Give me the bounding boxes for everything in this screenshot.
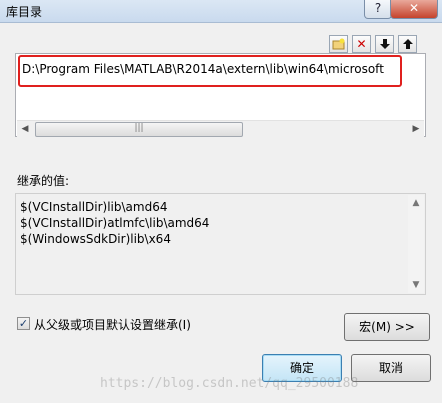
delete-line-button[interactable]: ✕ (352, 35, 371, 53)
scroll-left-icon[interactable]: ◀ (17, 121, 33, 137)
macro-button[interactable]: 宏(M) >> (344, 313, 430, 341)
arrow-down-icon (379, 39, 390, 49)
scroll-right-icon[interactable]: ▶ (408, 121, 424, 137)
move-down-button[interactable] (375, 35, 394, 53)
new-folder-icon (332, 38, 345, 50)
watermark: https://blog.csdn.net/qq_29500188 (100, 376, 359, 391)
inherited-value: $(WindowsSdkDir)lib\x64 (20, 232, 171, 246)
scroll-thumb[interactable]: ||| (35, 122, 243, 137)
scroll-up-icon[interactable]: ▲ (408, 195, 424, 211)
help-button[interactable]: ? (364, 0, 392, 19)
vertical-scrollbar[interactable]: ▲ ▼ (408, 195, 424, 293)
arrow-up-icon (402, 39, 413, 49)
move-up-button[interactable] (398, 35, 417, 53)
library-directories-dialog: 库目录 ? ✕ ✕ D:\Program Files\MATLAB\R2014a… (0, 0, 442, 403)
close-button[interactable]: ✕ (390, 0, 438, 19)
scroll-down-icon[interactable]: ▼ (408, 277, 424, 293)
inherited-value: $(VCInstallDir)lib\amd64 (20, 200, 168, 214)
inherited-values-box: $(VCInstallDir)lib\amd64 $(VCInstallDir)… (15, 193, 426, 295)
cancel-button[interactable]: 取消 (351, 354, 431, 382)
new-line-button[interactable] (329, 35, 348, 53)
inherited-value: $(VCInstallDir)atlmfc\lib\amd64 (20, 216, 210, 230)
inherited-values-label: 继承的值: (17, 174, 70, 188)
red-highlight-box (18, 55, 402, 87)
inherit-checkbox[interactable]: ✓ (17, 317, 30, 330)
inherit-checkbox-label[interactable]: 从父级或项目默认设置继承(I) (34, 316, 191, 333)
dialog-title: 库目录 (6, 5, 43, 19)
title-bar: 库目录 ? ✕ (0, 0, 442, 23)
horizontal-scrollbar[interactable]: ◀ ||| ▶ (17, 120, 424, 137)
